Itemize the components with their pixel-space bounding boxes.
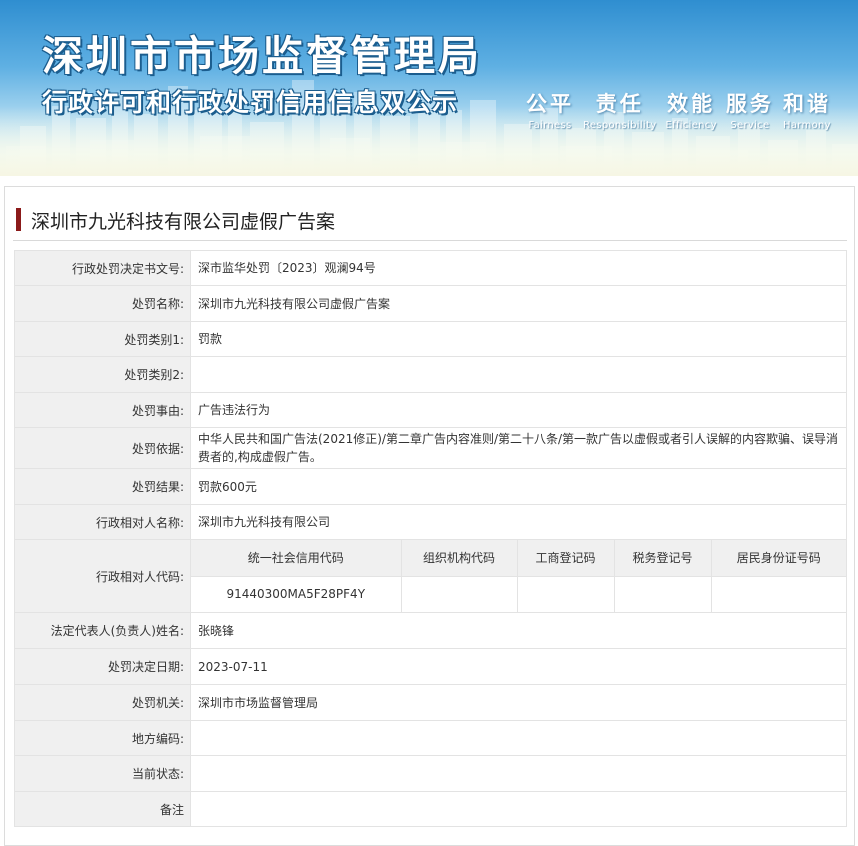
slogan-en: Responsibility	[583, 120, 657, 131]
table-row: 处罚机关: 深圳市市场监督管理局	[14, 684, 847, 721]
business-reg-value	[516, 575, 615, 612]
slogan-en: Fairness	[528, 120, 572, 131]
row-label: 行政相对人名称:	[14, 504, 191, 540]
slogan-zh: 效能	[667, 92, 716, 116]
row-label: 处罚类别2:	[14, 356, 191, 393]
row-label: 地方编码:	[14, 720, 191, 756]
tax-reg-value	[613, 575, 712, 612]
slogan-zh: 公平	[526, 92, 574, 116]
row-value: 深圳市市场监督管理局	[190, 684, 847, 721]
table-row: 处罚类别1: 罚款	[14, 321, 847, 357]
table-row: 处罚依据: 中华人民共和国广告法(2021修正)/第二章广告内容准则/第二十八条…	[14, 427, 847, 469]
org-code-value	[400, 575, 518, 612]
table-row: 地方编码:	[14, 720, 847, 756]
row-value	[190, 720, 847, 756]
table-row: 行政相对人代码: 统一社会信用代码 组织机构代码 工商登记码 税务登记号 居民身…	[14, 539, 847, 613]
col-header: 工商登记码	[516, 540, 615, 577]
row-label: 处罚名称:	[14, 285, 191, 322]
case-title: 深圳市九光科技有限公司虚假广告案	[31, 211, 336, 233]
title-marker	[16, 208, 21, 231]
row-label: 处罚结果:	[14, 468, 191, 505]
col-header: 居民身份证号码	[710, 540, 846, 577]
slogan-en: Harmony	[783, 120, 831, 131]
slogan-responsibility: 责任 Responsibility	[583, 88, 656, 131]
page-banner: 深圳市市场监督管理局 行政许可和行政处罚信用信息双公示 公平 Fairness …	[0, 0, 858, 176]
table-row: 处罚结果: 罚款600元	[14, 468, 847, 505]
row-label: 处罚类别1:	[14, 321, 191, 357]
col-header: 组织机构代码	[400, 540, 518, 577]
row-label: 处罚事由:	[14, 392, 191, 428]
table-row: 处罚决定日期: 2023-07-11	[14, 648, 847, 685]
slogan-en: Efficiency	[665, 120, 717, 131]
table-row: 处罚事由: 广告违法行为	[14, 392, 847, 428]
slogan-fairness: 公平 Fairness	[526, 88, 574, 131]
codes-header-row: 统一社会信用代码 组织机构代码 工商登记码 税务登记号 居民身份证号码	[191, 540, 846, 577]
row-label: 处罚决定日期:	[14, 648, 191, 685]
slogan-efficiency: 效能 Efficiency	[666, 88, 717, 131]
slogan-harmony: 和谐 Harmony	[783, 88, 831, 131]
slogan-zh: 和谐	[782, 92, 831, 116]
row-value: 深市监华处罚〔2023〕观澜94号	[190, 250, 847, 286]
row-value: 广告违法行为	[190, 392, 847, 428]
case-header: 深圳市九光科技有限公司虚假广告案	[13, 187, 847, 241]
table-row: 备注	[14, 791, 847, 827]
row-value: 张晓锋	[190, 612, 847, 649]
col-header: 税务登记号	[613, 540, 712, 577]
row-label: 处罚机关:	[14, 684, 191, 721]
slogan-service: 服务 Service	[726, 88, 774, 131]
credit-code-value: 91440300MA5F28PF4Y	[191, 575, 402, 612]
counterparty-codes-table: 统一社会信用代码 组织机构代码 工商登记码 税务登记号 居民身份证号码 9144…	[191, 540, 846, 612]
table-row: 当前状态:	[14, 755, 847, 792]
row-value: 深圳市九光科技有限公司	[190, 504, 847, 540]
col-header: 统一社会信用代码	[191, 540, 402, 577]
table-row: 法定代表人(负责人)姓名: 张晓锋	[14, 612, 847, 649]
slogan-zh: 责任	[595, 92, 644, 116]
slogan-zh: 服务	[725, 92, 774, 116]
codes-value-row: 91440300MA5F28PF4Y	[191, 575, 846, 612]
banner-subtitle: 行政许可和行政处罚信用信息双公示	[42, 88, 459, 117]
codes-cell: 统一社会信用代码 组织机构代码 工商登记码 税务登记号 居民身份证号码 9144…	[190, 539, 847, 613]
row-label: 备注	[14, 791, 191, 827]
row-label: 处罚依据:	[14, 427, 191, 469]
row-label: 行政处罚决定书文号:	[14, 250, 191, 286]
table-row: 处罚类别2:	[14, 356, 847, 393]
row-value	[190, 755, 847, 792]
row-value: 中华人民共和国广告法(2021修正)/第二章广告内容准则/第二十八条/第一款广告…	[190, 427, 847, 469]
row-label: 当前状态:	[14, 755, 191, 792]
row-label: 法定代表人(负责人)姓名:	[14, 612, 191, 649]
row-value: 罚款	[190, 321, 847, 357]
table-row: 处罚名称: 深圳市九光科技有限公司虚假广告案	[14, 285, 847, 322]
banner-title: 深圳市市场监督管理局	[42, 32, 482, 80]
id-number-value	[710, 575, 846, 612]
row-value: 2023-07-11	[190, 648, 847, 685]
row-value: 罚款600元	[190, 468, 847, 505]
row-value	[190, 356, 847, 393]
case-info-table: 行政处罚决定书文号: 深市监华处罚〔2023〕观澜94号 处罚名称: 深圳市九光…	[14, 250, 847, 827]
case-detail-panel: 深圳市九光科技有限公司虚假广告案 行政处罚决定书文号: 深市监华处罚〔2023〕…	[4, 186, 855, 846]
row-value: 深圳市九光科技有限公司虚假广告案	[190, 285, 847, 322]
table-row: 行政处罚决定书文号: 深市监华处罚〔2023〕观澜94号	[14, 250, 847, 286]
banner-slogans: 公平 Fairness 责任 Responsibility 效能 Efficie…	[526, 88, 831, 131]
row-value	[190, 791, 847, 827]
table-row: 行政相对人名称: 深圳市九光科技有限公司	[14, 504, 847, 540]
row-label: 行政相对人代码:	[14, 539, 191, 613]
slogan-en: Service	[730, 120, 770, 131]
